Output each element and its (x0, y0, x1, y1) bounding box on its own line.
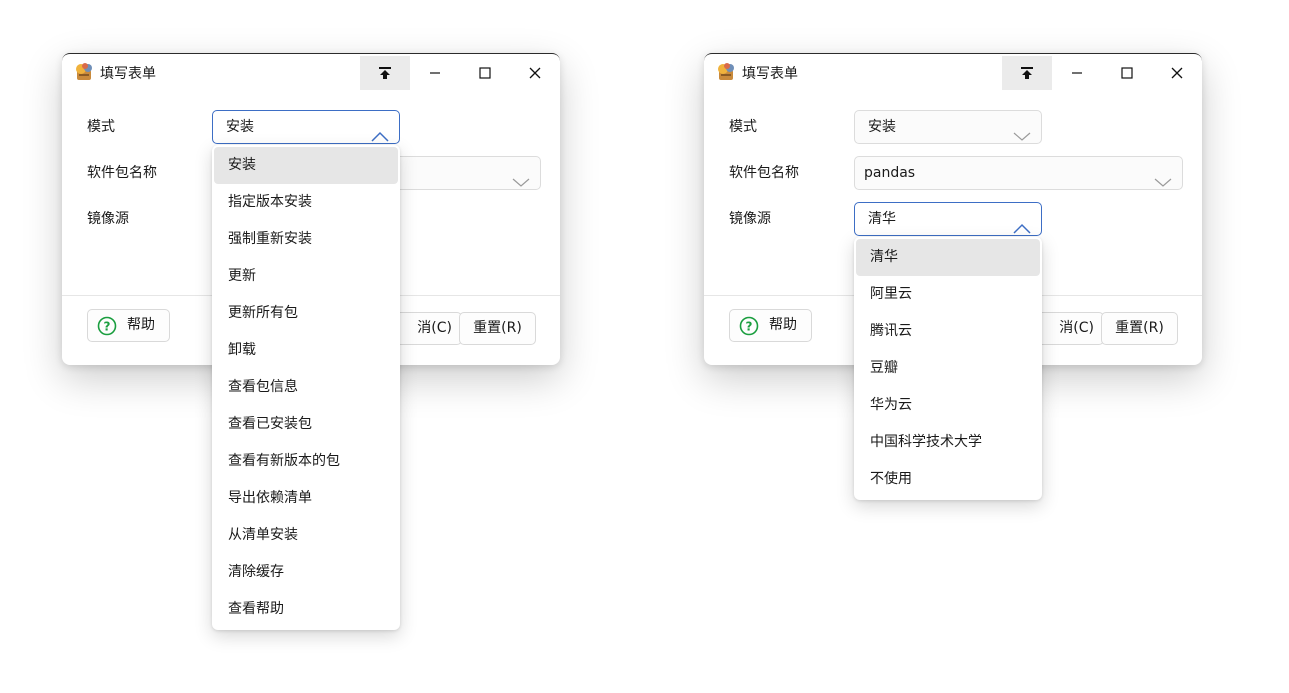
pin-icon (1020, 66, 1034, 80)
pin-icon (378, 66, 392, 80)
mirror-option[interactable]: 腾讯云 (856, 313, 1040, 350)
mirror-option[interactable]: 豆瓣 (856, 350, 1040, 387)
maximize-button[interactable] (460, 56, 510, 90)
cancel-button[interactable]: 消(C) (392, 312, 462, 345)
maximize-icon (479, 67, 491, 79)
mirror-option[interactable]: 中国科学技术大学 (856, 424, 1040, 461)
chevron-down-icon (1154, 168, 1172, 200)
mirror-combobox-value: 清华 (868, 211, 896, 227)
package-name-combobox[interactable]: pandas (854, 156, 1183, 190)
close-icon (529, 67, 541, 79)
cancel-button[interactable]: 消(C) (1034, 312, 1104, 345)
help-circle-icon: ? (97, 316, 117, 341)
mirror-label: 镜像源 (87, 211, 129, 227)
mode-option[interactable]: 更新所有包 (214, 295, 398, 332)
title-bar[interactable]: 填写表单 (62, 54, 560, 90)
maximize-button[interactable] (1102, 56, 1152, 90)
help-button[interactable]: ? 帮助 (729, 309, 812, 342)
pin-on-top-button[interactable] (1002, 56, 1052, 90)
mirror-option[interactable]: 不使用 (856, 461, 1040, 498)
package-name-label: 软件包名称 (729, 165, 799, 181)
mirror-option[interactable]: 清华 (856, 239, 1040, 276)
mirror-option[interactable]: 阿里云 (856, 276, 1040, 313)
help-circle-icon: ? (739, 316, 759, 341)
close-button[interactable] (510, 56, 560, 90)
title-bar[interactable]: 填写表单 (704, 54, 1202, 90)
package-name-label: 软件包名称 (87, 165, 157, 181)
mode-option[interactable]: 查看有新版本的包 (214, 443, 398, 480)
reset-button[interactable]: 重置(R) (459, 312, 536, 345)
maximize-icon (1121, 67, 1133, 79)
app-icon (715, 62, 737, 82)
cancel-button-label: 消(C) (1059, 320, 1094, 336)
mode-option[interactable]: 查看已安装包 (214, 406, 398, 443)
package-name-combobox[interactable] (400, 156, 541, 190)
mirror-option[interactable]: 华为云 (856, 387, 1040, 424)
mode-option[interactable]: 安装 (214, 147, 398, 184)
mirror-label: 镜像源 (729, 211, 771, 227)
mode-option[interactable]: 导出依赖清单 (214, 480, 398, 517)
mode-option[interactable]: 查看包信息 (214, 369, 398, 406)
svg-text:?: ? (746, 320, 753, 334)
reset-button-label: 重置(R) (473, 320, 522, 336)
help-button-label: 帮助 (769, 317, 797, 333)
mode-combobox-value: 安装 (226, 119, 254, 135)
package-name-value: pandas (864, 165, 916, 181)
mode-option[interactable]: 从清单安装 (214, 517, 398, 554)
help-button[interactable]: ? 帮助 (87, 309, 170, 342)
mode-option[interactable]: 卸载 (214, 332, 398, 369)
minimize-button[interactable] (410, 56, 460, 90)
mode-option[interactable]: 清除缓存 (214, 554, 398, 591)
mirror-dropdown-list: 清华 阿里云 腾讯云 豆瓣 华为云 中国科学技术大学 不使用 (854, 237, 1042, 500)
mode-combobox-value: 安装 (868, 119, 896, 135)
mode-dropdown-list: 安装 指定版本安装 强制重新安装 更新 更新所有包 卸载 查看包信息 查看已安装… (212, 145, 400, 630)
mirror-combobox[interactable]: 清华 (854, 202, 1042, 236)
minimize-button[interactable] (1052, 56, 1102, 90)
mode-label: 模式 (87, 119, 115, 135)
mode-combobox[interactable]: 安装 (212, 110, 400, 144)
mode-option[interactable]: 指定版本安装 (214, 184, 398, 221)
minimize-icon (429, 67, 441, 79)
window-title: 填写表单 (742, 66, 798, 82)
help-button-label: 帮助 (127, 317, 155, 333)
mode-option[interactable]: 强制重新安装 (214, 221, 398, 258)
pin-on-top-button[interactable] (360, 56, 410, 90)
mode-combobox[interactable]: 安装 (854, 110, 1042, 144)
mode-option[interactable]: 更新 (214, 258, 398, 295)
svg-text:?: ? (104, 320, 111, 334)
cancel-button-label: 消(C) (417, 320, 452, 336)
close-button[interactable] (1152, 56, 1202, 90)
mode-option[interactable]: 查看帮助 (214, 591, 398, 628)
chevron-down-icon (512, 168, 530, 200)
minimize-icon (1071, 67, 1083, 79)
window-title: 填写表单 (100, 66, 156, 82)
reset-button-label: 重置(R) (1115, 320, 1164, 336)
chevron-down-icon (1013, 122, 1031, 154)
reset-button[interactable]: 重置(R) (1101, 312, 1178, 345)
mode-label: 模式 (729, 119, 757, 135)
app-icon (73, 62, 95, 82)
close-icon (1171, 67, 1183, 79)
